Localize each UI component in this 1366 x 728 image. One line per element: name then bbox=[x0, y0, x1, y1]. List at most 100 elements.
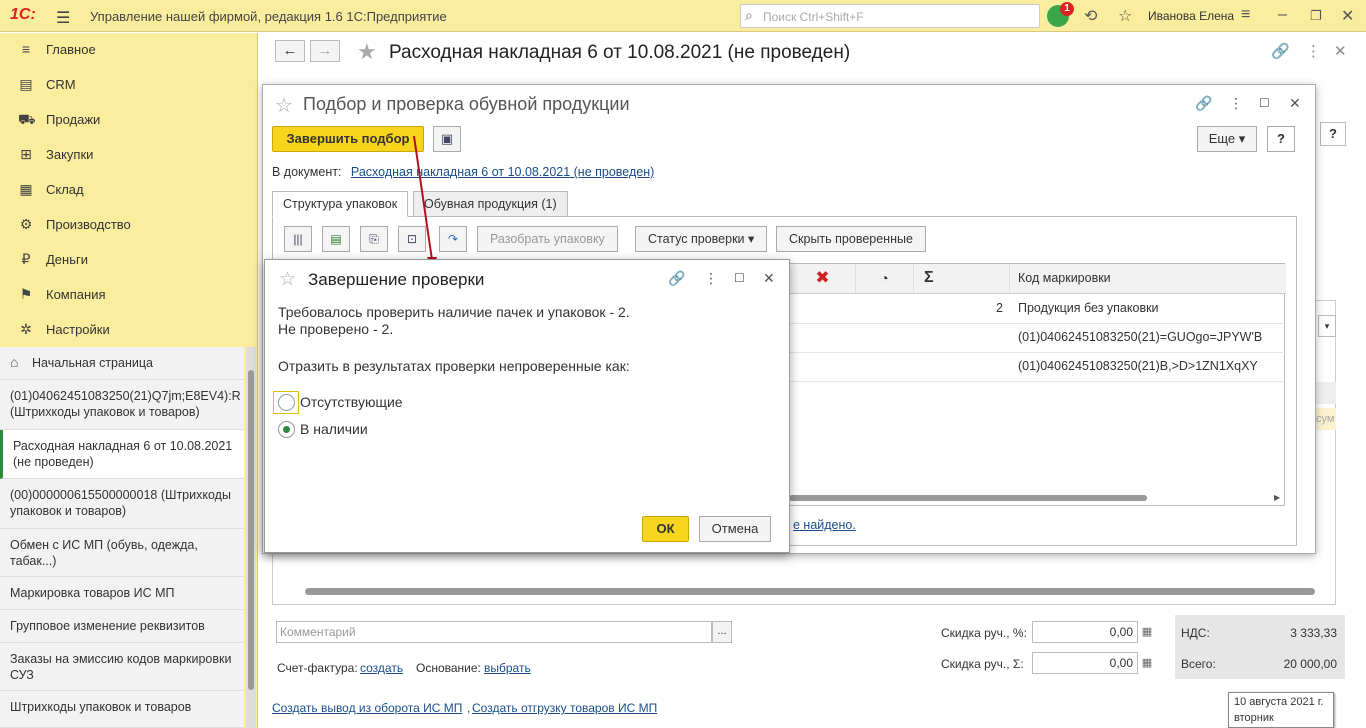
barcode-scan-icon[interactable]: ||| bbox=[284, 226, 312, 252]
not-found-link[interactable]: е найдено. bbox=[793, 518, 856, 532]
calculator-icon[interactable]: ▦ bbox=[1139, 652, 1155, 674]
main-menu-icon[interactable]: ☰ bbox=[56, 8, 70, 28]
open-window-item[interactable]: Штрихкоды упаковок и товаров bbox=[0, 691, 244, 728]
restore-icon[interactable]: ❐ bbox=[1310, 8, 1322, 24]
create-withdrawal-link[interactable]: Создать вывод из оборота ИС МП bbox=[272, 701, 462, 715]
gear-icon: ✲ bbox=[20, 321, 32, 337]
open-window-label: Расходная накладная 6 от 10.08.2021 (не … bbox=[13, 439, 233, 469]
link-icon[interactable]: 🔗 bbox=[1271, 42, 1290, 60]
hide-checked-button[interactable]: Скрыть проверенные bbox=[776, 226, 926, 252]
check-status-button[interactable]: Статус проверки ▾ bbox=[635, 226, 768, 252]
open-window-item[interactable]: Заказы на эмиссию кодов маркировки СУЗ bbox=[0, 643, 244, 691]
user-name[interactable]: Иванова Елена bbox=[1148, 9, 1234, 23]
link-icon[interactable]: 🔗 bbox=[668, 270, 685, 287]
app-title: Управление нашей фирмой, редакция 1.6 1С… bbox=[90, 9, 447, 24]
history-icon[interactable]: ⟲ bbox=[1084, 6, 1097, 26]
add-package-icon[interactable]: ▤ bbox=[322, 226, 350, 252]
open-window-item[interactable]: Маркировка товаров ИС МП bbox=[0, 577, 244, 610]
products-hscroll[interactable] bbox=[305, 588, 1315, 595]
open-window-item[interactable]: Групповое изменение реквизитов bbox=[0, 610, 244, 643]
table-row[interactable]: (01)04062451083250(21)=GUOgo=JPYW'B bbox=[790, 324, 1286, 353]
open-window-item[interactable]: (01)04062451083250(21)Q7jm;E8EV4):R (Штр… bbox=[0, 380, 244, 430]
sidebar-item-label: Закупки bbox=[46, 147, 94, 162]
table-row[interactable]: 2 Продукция без упаковки bbox=[790, 295, 1286, 324]
code-column-header[interactable]: Код маркировки bbox=[1010, 264, 1286, 294]
more-vertical-icon[interactable]: ⋮ bbox=[704, 270, 718, 287]
sum-column-icon[interactable]: Σ bbox=[914, 264, 1010, 294]
discount-pct-field[interactable]: 0,00 bbox=[1032, 621, 1138, 643]
comment-input[interactable]: Комментарий bbox=[276, 621, 712, 643]
minimize-icon[interactable]: – bbox=[1278, 6, 1287, 24]
link-icon[interactable]: 🔗 bbox=[1195, 95, 1212, 112]
sidebar-item-purchases[interactable]: ⊞ Закупки bbox=[0, 138, 258, 173]
ok-button[interactable]: ОК bbox=[642, 516, 689, 542]
help-button[interactable]: ? bbox=[1320, 122, 1346, 146]
totals-panel: НДС: 3 333,33 Всего: 20 000,00 bbox=[1175, 615, 1345, 679]
sidebar-item-sales[interactable]: ⛟ Продажи bbox=[0, 103, 258, 138]
progress-column-icon[interactable]: ◔ bbox=[856, 264, 914, 294]
close-app-icon[interactable]: ✕ bbox=[1341, 6, 1354, 26]
unpack-button[interactable]: Разобрать упаковку bbox=[477, 226, 618, 252]
search-placeholder: Поиск Ctrl+Shift+F bbox=[763, 10, 864, 24]
scanner-icon[interactable]: ⎘ bbox=[360, 226, 388, 252]
maximize-icon[interactable]: ☐ bbox=[734, 271, 745, 285]
open-window-label: Маркировка товаров ИС МП bbox=[10, 586, 175, 600]
favorite-star-icon[interactable]: ★ bbox=[357, 39, 377, 65]
forward-button[interactable]: → bbox=[310, 40, 340, 62]
scroll-right-icon[interactable]: ▶ bbox=[1274, 493, 1280, 502]
table-row[interactable]: (01)04062451083250(21)B,>D>1ZN1XqXY bbox=[790, 353, 1286, 382]
open-window-item[interactable]: Обмен с ИС МП (обувь, одежда, табак...) bbox=[0, 529, 244, 577]
sidebar-item-company[interactable]: ⚑ Компания bbox=[0, 278, 258, 313]
doc-link[interactable]: Расходная накладная 6 от 10.08.2021 (не … bbox=[351, 165, 654, 179]
radio-present-label[interactable]: В наличии bbox=[300, 421, 368, 437]
invoice-create-link[interactable]: создать bbox=[360, 661, 403, 675]
cancel-button[interactable]: Отмена bbox=[699, 516, 771, 542]
maximize-icon[interactable]: ☐ bbox=[1259, 96, 1270, 110]
tab-package-structure[interactable]: Структура упаковок bbox=[272, 191, 409, 217]
panel-dropdown-icon[interactable]: ▾ bbox=[1318, 315, 1336, 337]
sidebar-item-main[interactable]: ≡ Главное bbox=[0, 33, 258, 68]
sidebar-item-crm[interactable]: ▤ CRM bbox=[0, 68, 258, 103]
favorites-star-icon[interactable]: ☆ bbox=[1118, 6, 1132, 26]
close-icon[interactable]: ✕ bbox=[1334, 42, 1347, 60]
help-button[interactable]: ? bbox=[1267, 126, 1295, 152]
error-column-icon[interactable]: ✖ bbox=[790, 264, 856, 294]
basis-select-link[interactable]: выбрать bbox=[484, 661, 531, 675]
radio-missing[interactable] bbox=[278, 394, 295, 411]
more-vertical-icon[interactable]: ⋮ bbox=[1229, 95, 1243, 112]
sidebar-item-label: Настройки bbox=[46, 322, 110, 337]
search-input[interactable]: ⌕ Поиск Ctrl+Shift+F bbox=[740, 4, 1040, 28]
open-window-label: Групповое изменение реквизитов bbox=[10, 619, 205, 633]
calculator-icon[interactable]: ▦ bbox=[1139, 621, 1155, 643]
grid-hscroll-thumb[interactable] bbox=[789, 495, 1147, 501]
comment-more-button[interactable]: ... bbox=[712, 621, 732, 643]
sidebar-item-warehouse[interactable]: ▦ Склад bbox=[0, 173, 258, 208]
favorite-star-icon[interactable]: ☆ bbox=[275, 93, 293, 118]
open-window-item-active[interactable]: Расходная накладная 6 от 10.08.2021 (не … bbox=[0, 430, 244, 479]
app-logo[interactable]: 1С: bbox=[10, 6, 36, 24]
sidebar-item-production[interactable]: ⚙ Производство bbox=[0, 208, 258, 243]
more-button-label: Еще bbox=[1208, 131, 1236, 146]
back-button[interactable]: ← bbox=[275, 40, 305, 62]
close-icon[interactable]: ✕ bbox=[763, 270, 775, 287]
sidebar-item-settings[interactable]: ✲ Настройки bbox=[0, 313, 258, 348]
discount-sum-field[interactable]: 0,00 bbox=[1032, 652, 1138, 674]
favorite-star-icon[interactable]: ☆ bbox=[279, 268, 296, 291]
open-window-label: Штрихкоды упаковок и товаров bbox=[10, 700, 192, 714]
basis-label: Основание: bbox=[416, 661, 481, 675]
more-button[interactable]: Еще ▾ bbox=[1197, 126, 1257, 152]
sidebar-item-money[interactable]: ₽ Деньги bbox=[0, 243, 258, 278]
create-shipment-link[interactable]: Создать отгрузку товаров ИС МП bbox=[472, 701, 657, 715]
sidebar-item-label: Деньги bbox=[46, 252, 88, 267]
packages-grid: ✖ ◔ Σ Код маркировки 2 Продукция без упа… bbox=[789, 263, 1286, 506]
date-line: 10 августа 2021 г. bbox=[1234, 696, 1324, 708]
open-window-item[interactable]: (00)000000615500000018 (Штрихкоды упаков… bbox=[0, 479, 244, 529]
open-window-item[interactable]: Начальная страница ⌂ bbox=[0, 347, 244, 380]
settings-lines-icon[interactable]: ≡ bbox=[1241, 6, 1250, 24]
dialog-line-1: Требовалось проверить наличие пачек и уп… bbox=[278, 304, 630, 320]
close-icon[interactable]: ✕ bbox=[1289, 95, 1301, 112]
radio-present[interactable] bbox=[278, 421, 295, 438]
more-vertical-icon[interactable]: ⋮ bbox=[1306, 42, 1321, 60]
radio-missing-label[interactable]: Отсутствующие bbox=[300, 394, 403, 410]
sidebar-scrollbar-thumb[interactable] bbox=[248, 370, 254, 690]
